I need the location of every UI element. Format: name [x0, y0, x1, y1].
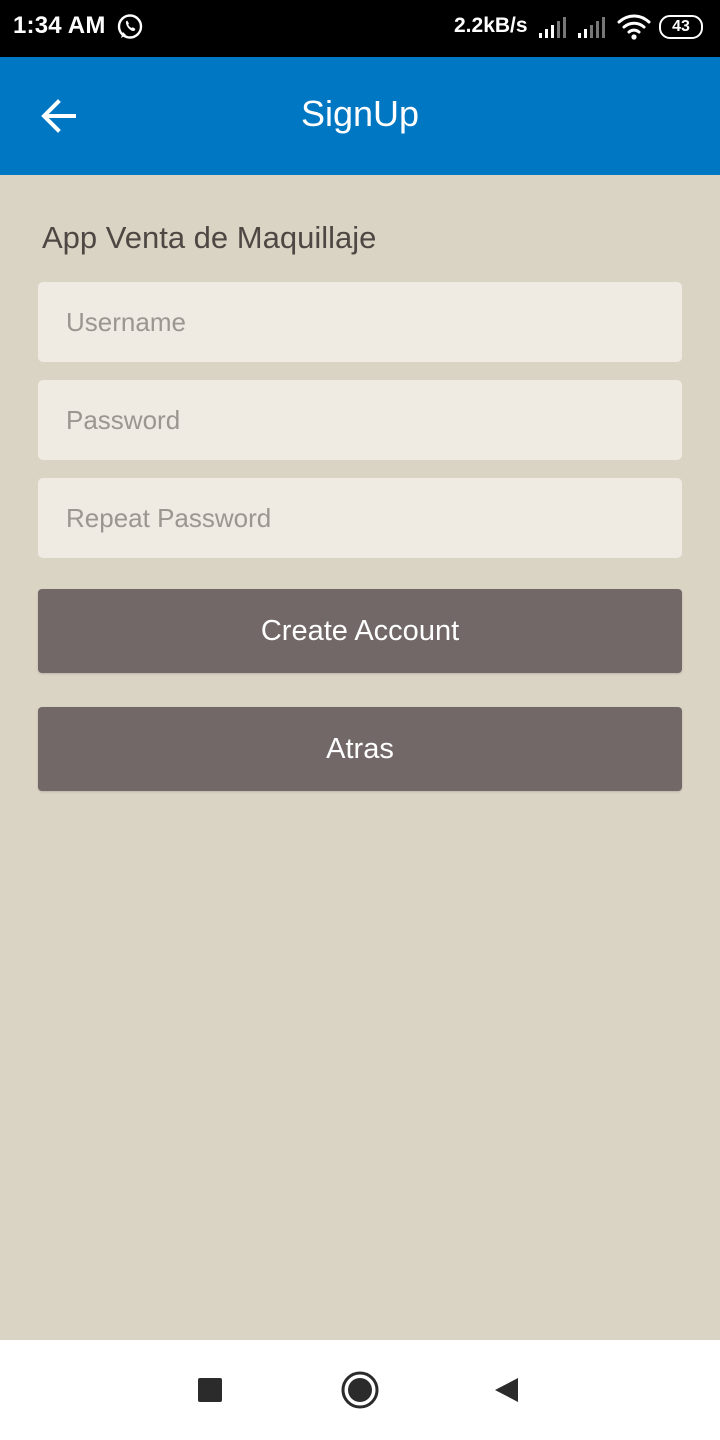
signup-screen: 1:34 AM 2.2kB/s 43 SignUp App Venta de M…	[0, 0, 720, 1440]
recents-square-icon[interactable]	[198, 1378, 222, 1402]
status-bar: 1:34 AM 2.2kB/s 43	[0, 0, 720, 57]
signal-icon	[578, 17, 605, 38]
password-input[interactable]	[38, 380, 682, 460]
battery-level: 43	[672, 18, 690, 35]
password-field-container	[38, 380, 682, 460]
home-circle-icon[interactable]	[340, 1370, 380, 1410]
atras-button[interactable]: Atras	[38, 707, 682, 791]
username-input[interactable]	[38, 282, 682, 362]
wifi-icon	[617, 14, 651, 40]
page-title: SignUp	[300, 93, 420, 134]
signal-icon	[539, 17, 566, 38]
app-bar: SignUp	[0, 57, 720, 175]
whatsapp-icon	[117, 14, 143, 39]
back-triangle-icon[interactable]	[493, 1376, 521, 1404]
status-time: 1:34 AM	[13, 12, 106, 39]
repeat-password-field-container	[38, 478, 682, 558]
battery-icon: 43	[659, 15, 705, 39]
app-brand-text: App Venta de Maquillaje	[42, 220, 377, 255]
network-speed: 2.2kB/s	[454, 14, 528, 37]
username-field-container	[38, 282, 682, 362]
create-account-button[interactable]: Create Account	[38, 589, 682, 673]
system-nav-bar	[0, 1340, 720, 1440]
repeat-password-input[interactable]	[38, 478, 682, 558]
